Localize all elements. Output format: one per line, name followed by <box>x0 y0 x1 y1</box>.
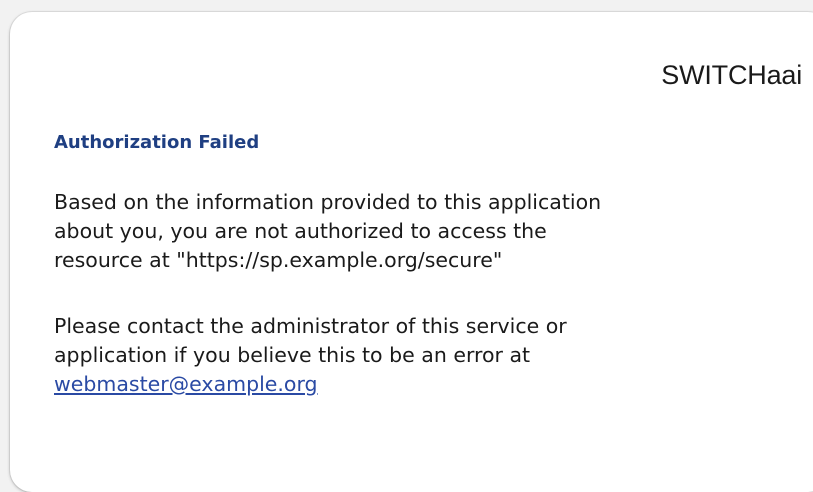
message-line: resource at "https://sp.example.org/secu… <box>54 248 503 272</box>
contact-line: Please contact the administrator of this… <box>54 314 567 338</box>
contact-line: application if you believe this to be an… <box>54 343 531 367</box>
contact-email-link[interactable]: webmaster@example.org <box>54 372 318 396</box>
authorization-message: Based on the information provided to thi… <box>54 188 794 275</box>
message-line: about you, you are not authorized to acc… <box>54 219 547 243</box>
brand-logo-text: SWITCHaai <box>661 60 802 90</box>
contact-email-line: webmaster@example.org <box>54 370 794 399</box>
page-title: Authorization Failed <box>54 132 260 153</box>
error-card: SWITCHaai Authorization Failed Based on … <box>10 12 813 492</box>
message-line: Based on the information provided to thi… <box>54 190 602 214</box>
contact-message: Please contact the administrator of this… <box>54 312 794 399</box>
